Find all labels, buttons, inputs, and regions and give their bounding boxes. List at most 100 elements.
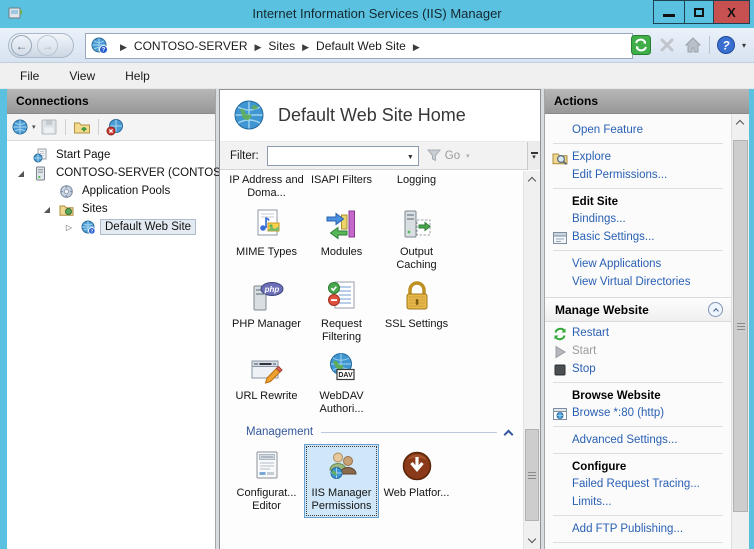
breadcrumb-separator-icon: ▶ (255, 42, 262, 52)
feature-row: IP Address and Doma...ISAPI FiltersLoggi… (229, 174, 523, 200)
connections-panel: Connections ▾ Start Page◢CONTOSO-SERVE (7, 89, 216, 549)
folder-up-icon[interactable] (73, 118, 91, 136)
go-button[interactable]: Go (445, 150, 460, 162)
server-icon (33, 166, 48, 181)
action-link[interactable]: Browse *:80 (http) (545, 404, 731, 422)
stop-icon[interactable] (657, 35, 677, 55)
action-link[interactable]: Basic Settings... (545, 228, 731, 246)
collapse-icon[interactable]: ◢ (42, 205, 52, 214)
action-link[interactable]: View Applications (545, 255, 731, 273)
chevron-down-icon: ▾ (532, 155, 536, 160)
tree-item[interactable]: Start Page (7, 146, 215, 164)
iis-permissions-icon (325, 449, 359, 483)
svg-text:?: ? (102, 48, 106, 54)
feature-label: Logging (379, 174, 454, 187)
connections-toolbar: ▾ (7, 114, 215, 141)
feature-item[interactable]: Output Caching (379, 207, 454, 272)
actions-header: Actions (545, 89, 749, 114)
minimize-button[interactable] (653, 0, 685, 24)
iis-manager-window: Internet Information Services (IIS) Mana… (0, 0, 754, 549)
tree-item[interactable]: Application Pools (7, 182, 215, 200)
action-link[interactable]: Advanced Settings... (545, 431, 731, 449)
chevron-down-icon[interactable]: ▼ (407, 154, 414, 161)
feature-item[interactable]: Web Platfor... (379, 444, 454, 518)
content-scrollbar[interactable] (523, 171, 540, 549)
tree-item[interactable]: ◢Sites (7, 200, 215, 218)
actions-section-header: Manage Website (545, 297, 731, 322)
scroll-up-button[interactable] (524, 171, 540, 188)
actions-scrollbar[interactable] (731, 114, 749, 549)
action-link[interactable]: Limits... (545, 493, 731, 511)
refresh-icon[interactable] (631, 35, 651, 55)
collapse-icon[interactable]: ◢ (16, 169, 26, 178)
menu-item-help[interactable]: Help (125, 69, 150, 83)
action-link[interactable]: View Virtual Directories (545, 273, 731, 291)
menu-item-file[interactable]: File (20, 69, 39, 83)
action-link[interactable]: Open Feature (545, 121, 731, 139)
feature-item[interactable]: Configurat... Editor (229, 444, 304, 518)
feature-item[interactable]: DAVWebDAV Authori... (304, 351, 379, 416)
action-link[interactable]: Explore (545, 148, 731, 166)
tree-item[interactable]: ◢CONTOSO-SERVER (CONTOS (7, 164, 215, 182)
breadcrumb-item[interactable]: Sites (268, 39, 295, 53)
feature-item[interactable]: IIS Manager Permissions (304, 444, 379, 518)
help-icon[interactable]: ? (716, 35, 736, 55)
back-button[interactable]: ← (11, 35, 32, 56)
action-link[interactable]: Edit Permissions... (545, 166, 731, 184)
action-link[interactable]: Add FTP Publishing... (545, 520, 731, 538)
breadcrumb-item[interactable]: CONTOSO-SERVER (134, 39, 248, 53)
feature-item[interactable]: Modules (304, 207, 379, 272)
browse-icon (552, 406, 568, 422)
expand-icon[interactable]: ▷ (64, 223, 74, 232)
scroll-down-button[interactable] (524, 532, 540, 549)
tree-item[interactable]: ▷?Default Web Site (7, 218, 215, 236)
go-dropdown-icon[interactable]: ▾ (466, 152, 470, 160)
maximize-button[interactable] (684, 0, 714, 24)
feature-label: SSL Settings (379, 318, 454, 331)
action-link[interactable]: Stop (545, 360, 731, 378)
help-dropdown-icon[interactable]: ▾ (742, 41, 746, 50)
svg-text:php: php (263, 285, 279, 294)
collapse-section-button[interactable] (708, 302, 723, 317)
scroll-up-button[interactable] (732, 114, 748, 131)
feature-item[interactable]: MIME Types (229, 207, 304, 272)
feature-item[interactable]: IP Address and Doma... (229, 174, 304, 200)
feature-item[interactable]: URL Rewrite (229, 351, 304, 416)
scrollbar-thumb[interactable] (733, 140, 748, 512)
start-page-icon (33, 148, 48, 163)
action-link: Start (545, 342, 731, 360)
feature-item[interactable]: Request Filtering (304, 279, 379, 344)
feature-item[interactable]: ISAPI Filters (304, 174, 379, 200)
home-icon[interactable] (683, 35, 703, 55)
feature-label: WebDAV Authori... (304, 390, 379, 416)
feature-item[interactable]: phpPHP Manager (229, 279, 304, 344)
feature-label: IIS Manager Permissions (305, 487, 378, 513)
forward-button[interactable]: → (37, 35, 58, 56)
action-link[interactable]: Bindings... (545, 210, 731, 228)
feature-item[interactable]: Logging (379, 174, 454, 200)
save-icon[interactable] (40, 118, 58, 136)
tree-item-label: Application Pools (78, 184, 174, 198)
filter-input[interactable]: ▼ (267, 146, 419, 166)
feature-label: Web Platfor... (380, 487, 453, 500)
chevron-up-icon[interactable] (505, 428, 513, 436)
close-button[interactable]: X (713, 0, 750, 24)
breadcrumb[interactable]: ? ▶CONTOSO-SERVER▶Sites▶Default Web Site… (85, 33, 633, 59)
connect-icon[interactable] (12, 118, 30, 136)
feature-item[interactable]: SSL Settings (379, 279, 454, 344)
connect-dropdown-icon[interactable]: ▾ (32, 123, 36, 131)
toolbar-overflow-button[interactable]: ▾ (527, 142, 540, 170)
management-section-label: Management (246, 426, 313, 438)
management-section-header[interactable]: Management (229, 426, 519, 438)
action-link-label: Basic Settings... (572, 231, 654, 243)
menu-bar: File View Help (0, 63, 754, 89)
page-title: Default Web Site Home (278, 90, 466, 141)
breadcrumb-separator-icon: ▶ (413, 42, 420, 52)
action-link[interactable]: Restart (545, 324, 731, 342)
action-link[interactable]: Failed Request Tracing... (545, 475, 731, 493)
feature-row: phpPHP ManagerRequest FilteringSSL Setti… (229, 279, 523, 344)
breadcrumb-item[interactable]: Default Web Site (316, 39, 406, 53)
menu-item-view[interactable]: View (69, 69, 95, 83)
scrollbar-thumb[interactable] (525, 429, 539, 521)
disconnect-icon[interactable] (106, 118, 124, 136)
